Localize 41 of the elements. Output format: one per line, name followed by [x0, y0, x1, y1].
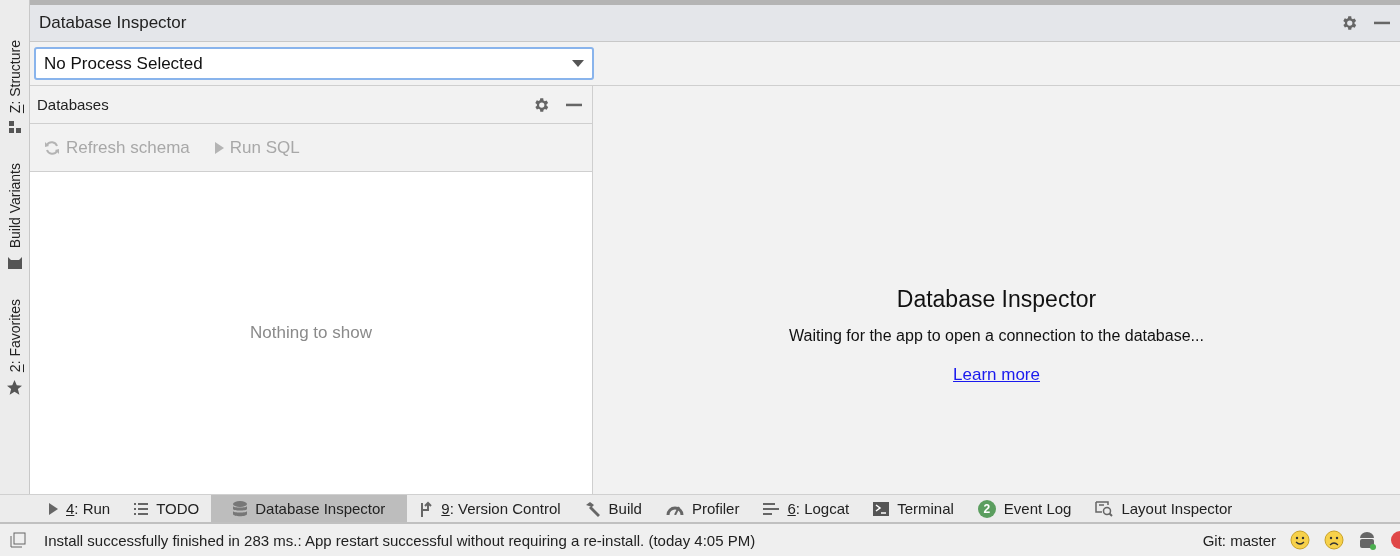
branch-icon: [419, 500, 434, 517]
tool-window-tab[interactable]: Terminal: [861, 495, 966, 522]
panel-toggle-icon[interactable]: [10, 532, 26, 548]
tool-window-tab[interactable]: Database Inspector: [211, 495, 408, 522]
tool-window-tab[interactable]: Build: [572, 495, 654, 522]
smiley-icon[interactable]: [1290, 530, 1310, 550]
side-tab[interactable]: 2: Favorites: [0, 298, 29, 395]
refresh-icon: [44, 139, 60, 156]
database-icon: [233, 500, 248, 517]
hammer-icon: [584, 500, 601, 517]
tool-window-tab[interactable]: 2 Event Log: [965, 495, 1084, 522]
minimize-icon[interactable]: [566, 102, 582, 107]
waiting-message: Waiting for the app to open a connection to the database...: [789, 326, 1204, 345]
frown-icon[interactable]: [1324, 530, 1344, 550]
star-icon: [7, 379, 22, 395]
structure-icon: [8, 121, 21, 134]
minimize-icon[interactable]: [1374, 21, 1390, 25]
learn-more-link[interactable]: Learn more: [953, 364, 1040, 385]
tool-window-tab[interactable]: 6: Logcat: [751, 495, 862, 522]
play-icon: [213, 141, 224, 154]
status-message: Install successfully finished in 283 ms.: App restart successful without requiring a re-install. (today 4:05 PM): [44, 531, 756, 549]
panel-title: Databases: [37, 96, 109, 113]
tool-window-tab[interactable]: 4: Run: [36, 495, 123, 522]
event-count-badge: 2: [977, 499, 996, 518]
tool-window-tab[interactable]: 9: Version Control: [407, 495, 573, 522]
side-tab[interactable]: Build Variants: [0, 163, 29, 269]
play-icon: [48, 502, 58, 515]
layout-inspector-icon: [1095, 500, 1114, 517]
lines-icon: [763, 502, 780, 515]
terminal-icon: [873, 501, 890, 516]
side-tab[interactable]: Z: Structure: [0, 40, 29, 134]
tool-window-title: Database Inspector: [39, 13, 187, 33]
placeholder-heading: Database Inspector: [896, 285, 1097, 313]
tool-window-tab[interactable]: Profiler: [653, 495, 752, 522]
dropdown-caret-icon: [572, 60, 584, 67]
list-icon: [134, 502, 149, 515]
tool-window-tab[interactable]: TODO: [122, 495, 212, 522]
git-branch[interactable]: Git: master: [1202, 531, 1276, 549]
process-dropdown[interactable]: No Process Selected: [34, 47, 594, 80]
empty-message: Nothing to show: [250, 323, 372, 343]
tool-window-tab[interactable]: Layout Inspector: [1083, 495, 1245, 522]
